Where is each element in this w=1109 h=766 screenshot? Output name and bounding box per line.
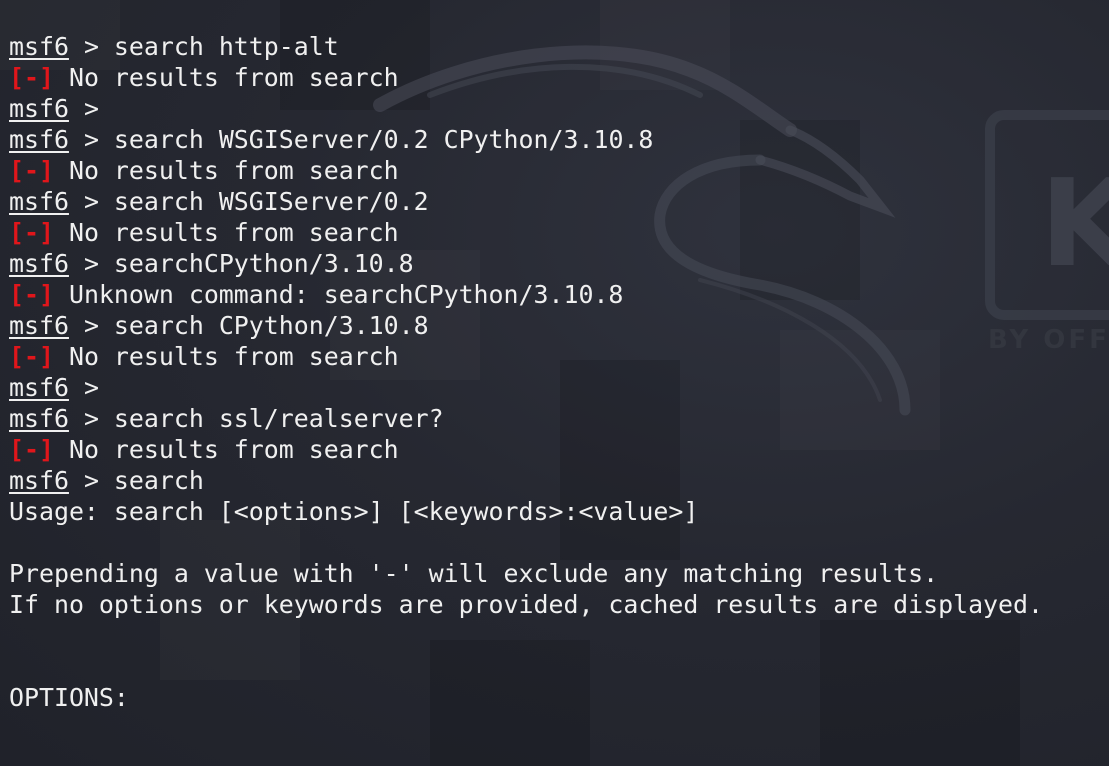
terminal-line: msf6 > search WSGIServer/0.2 CPython/3.1… — [9, 124, 1043, 155]
error-tag: [-] — [9, 280, 54, 309]
prompt-separator: > — [68, 187, 114, 216]
error-tag: [-] — [9, 63, 54, 92]
output-text: OPTIONS: — [9, 683, 129, 712]
terminal-output[interactable]: msf6 > search http-alt [-] No results fro… — [9, 31, 1043, 713]
terminal-line: msf6 > — [9, 372, 1043, 403]
prompt-separator: > — [68, 94, 114, 123]
terminal-line: If no options or keywords are provided, … — [9, 589, 1043, 620]
command-text: search WSGIServer/0.2 CPython/3.10.8 — [113, 125, 654, 154]
prompt-separator: > — [68, 249, 114, 278]
command-text: search http-alt — [113, 32, 339, 61]
prompt-label: msf6 — [9, 404, 69, 433]
prompt-label: msf6 — [9, 32, 69, 61]
error-message: No results from search — [53, 435, 399, 464]
prompt-separator: > — [68, 32, 114, 61]
terminal-line: [-] No results from search — [9, 155, 1043, 186]
terminal-line: [-] No results from search — [9, 62, 1043, 93]
prompt-separator: > — [68, 404, 114, 433]
prompt-label: msf6 — [9, 373, 69, 402]
terminal-line: [-] No results from search — [9, 217, 1043, 248]
terminal-line: [-] No results from search — [9, 341, 1043, 372]
terminal-line: msf6 > search CPython/3.10.8 — [9, 310, 1043, 341]
terminal-line: msf6 > search http-alt — [9, 31, 1043, 62]
error-message: No results from search — [53, 63, 399, 92]
terminal-line: msf6 > search WSGIServer/0.2 — [9, 186, 1043, 217]
prompt-label: msf6 — [9, 249, 69, 278]
prompt-separator: > — [68, 125, 114, 154]
error-tag: [-] — [9, 342, 54, 371]
output-text: Prepending a value with '-' will exclude… — [9, 559, 939, 588]
command-text: search — [113, 466, 204, 495]
error-message: Unknown command: searchCPython/3.10.8 — [53, 280, 624, 309]
terminal-line: [-] No results from search — [9, 434, 1043, 465]
command-text: search WSGIServer/0.2 — [113, 187, 429, 216]
prompt-label: msf6 — [9, 94, 69, 123]
logo-letter: K — [1040, 155, 1109, 294]
terminal-window[interactable]: K BY OFFE msf6 > search http-alt[-] No r… — [0, 0, 1109, 766]
prompt-label: msf6 — [9, 125, 69, 154]
terminal-line: Prepending a value with '-' will exclude… — [9, 558, 1043, 589]
output-text: Usage: search [<options>] [<keywords>:<v… — [9, 497, 699, 526]
terminal-line: Usage: search [<options>] [<keywords>:<v… — [9, 496, 1043, 527]
output-text: If no options or keywords are provided, … — [9, 590, 1043, 619]
prompt-separator: > — [68, 311, 114, 340]
command-text: search ssl/realserver? — [113, 404, 444, 433]
terminal-line: msf6 > searchCPython/3.10.8 — [9, 248, 1043, 279]
error-message: No results from search — [53, 218, 399, 247]
prompt-separator: > — [68, 373, 114, 402]
error-tag: [-] — [9, 156, 54, 185]
error-tag: [-] — [9, 435, 54, 464]
terminal-line: msf6 > search — [9, 465, 1043, 496]
prompt-label: msf6 — [9, 187, 69, 216]
error-message: No results from search — [53, 156, 399, 185]
terminal-line: OPTIONS: — [9, 682, 1043, 713]
terminal-line: [-] Unknown command: searchCPython/3.10.… — [9, 279, 1043, 310]
prompt-separator: > — [68, 466, 114, 495]
command-text: search CPython/3.10.8 — [113, 311, 429, 340]
command-text: searchCPython/3.10.8 — [113, 249, 414, 278]
error-message: No results from search — [53, 342, 399, 371]
prompt-label: msf6 — [9, 466, 69, 495]
terminal-line: msf6 > — [9, 93, 1043, 124]
error-tag: [-] — [9, 218, 54, 247]
prompt-label: msf6 — [9, 311, 69, 340]
terminal-line: msf6 > search ssl/realserver? — [9, 403, 1043, 434]
